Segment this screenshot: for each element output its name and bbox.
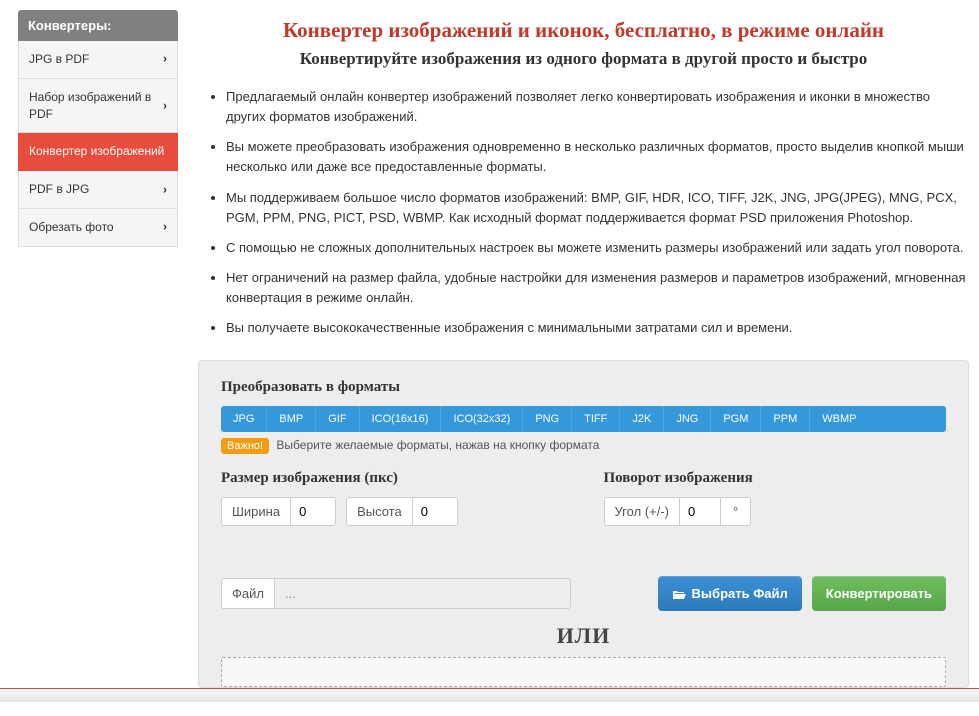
folder-open-icon <box>672 588 686 600</box>
file-display: Файл ... <box>221 578 571 609</box>
convert-button[interactable]: Конвертировать <box>812 576 946 611</box>
height-group: Высота <box>346 497 458 526</box>
width-group: Ширина <box>221 497 336 526</box>
page-subtitle: Конвертируйте изображения из одного форм… <box>198 49 969 69</box>
angle-input[interactable] <box>679 497 721 526</box>
format-pgm[interactable]: PGM <box>711 406 761 432</box>
sidebar-item-jpg-to-pdf[interactable]: JPG в PDF › <box>18 41 178 79</box>
sidebar-item-image-converter[interactable]: Конвертер изображений <box>18 133 178 171</box>
format-j2k[interactable]: J2K <box>620 406 664 432</box>
width-label: Ширина <box>221 497 290 526</box>
angle-unit: ° <box>721 497 751 526</box>
rotate-title: Поворот изображения <box>604 470 947 487</box>
description-item: Нет ограничений на размер файла, удобные… <box>226 268 969 308</box>
format-wbmp[interactable]: WBMP <box>810 406 868 432</box>
choose-file-label: Выбрать Файл <box>692 586 788 601</box>
height-label: Высота <box>346 497 412 526</box>
hint-text: Выберите желаемые форматы, нажав на кноп… <box>276 438 599 452</box>
size-title: Размер изображения (пкс) <box>221 470 564 487</box>
formats-title: Преобразовать в форматы <box>221 379 946 396</box>
format-png[interactable]: PNG <box>523 406 572 432</box>
format-jpg[interactable]: JPG <box>221 406 267 432</box>
sidebar-item-label: Конвертер изображений <box>29 144 164 158</box>
chevron-right-icon: › <box>163 97 167 114</box>
format-bmp[interactable]: BMP <box>267 406 316 432</box>
format-gif[interactable]: GIF <box>316 406 359 432</box>
sidebar-item-images-to-pdf[interactable]: Набор изображений в PDF › <box>18 79 178 134</box>
sidebar-item-label: Набор изображений в PDF <box>29 90 151 121</box>
sidebar-item-label: PDF в JPG <box>29 182 89 196</box>
sidebar-item-label: Обрезать фото <box>29 220 114 234</box>
format-ico16[interactable]: ICO(16x16) <box>360 406 442 432</box>
description-item: Вы получаете высококачественные изображе… <box>226 318 969 338</box>
file-name: ... <box>274 578 571 609</box>
choose-file-button[interactable]: Выбрать Файл <box>658 576 802 611</box>
sidebar: Конвертеры: JPG в PDF › Набор изображени… <box>18 10 178 688</box>
angle-group: Угол (+/-) ° <box>604 497 752 526</box>
size-column: Размер изображения (пкс) Ширина Высота <box>221 470 564 526</box>
taskbar-strip <box>0 688 979 702</box>
formats-bar: JPG BMP GIF ICO(16x16) ICO(32x32) PNG TI… <box>221 406 946 432</box>
chevron-right-icon: › <box>163 219 167 236</box>
width-input[interactable] <box>290 497 336 526</box>
sidebar-item-crop-photo[interactable]: Обрезать фото › <box>18 209 178 247</box>
formats-hint: Важно! Выберите желаемые форматы, нажав … <box>221 438 946 454</box>
height-input[interactable] <box>412 497 458 526</box>
file-label: Файл <box>221 578 274 609</box>
description-item: Предлагаемый онлайн конвертер изображени… <box>226 87 969 127</box>
chevron-right-icon: › <box>163 51 167 68</box>
main-content: Конвертер изображений и иконок, бесплатн… <box>198 10 969 688</box>
format-jng[interactable]: JNG <box>664 406 711 432</box>
chevron-right-icon: › <box>163 181 167 198</box>
description-list: Предлагаемый онлайн конвертер изображени… <box>226 87 969 338</box>
description-item: С помощью не сложных дополнительных наст… <box>226 238 969 258</box>
angle-label: Угол (+/-) <box>604 497 679 526</box>
rotate-column: Поворот изображения Угол (+/-) ° <box>604 470 947 526</box>
format-tiff[interactable]: TIFF <box>572 406 620 432</box>
description-item: Вы можете преобразовать изображения одно… <box>226 137 969 177</box>
sidebar-item-pdf-to-jpg[interactable]: PDF в JPG › <box>18 171 178 209</box>
description-item: Мы поддерживаем большое число форматов и… <box>226 188 969 228</box>
convert-label: Конвертировать <box>826 586 932 601</box>
sidebar-header: Конвертеры: <box>18 10 178 41</box>
format-ppm[interactable]: PPM <box>761 406 810 432</box>
page-title: Конвертер изображений и иконок, бесплатн… <box>198 18 969 43</box>
format-ico32[interactable]: ICO(32x32) <box>441 406 523 432</box>
or-separator: ИЛИ <box>221 623 946 649</box>
sidebar-item-label: JPG в PDF <box>29 52 89 66</box>
dropzone[interactable] <box>221 657 946 687</box>
conversion-panel: Преобразовать в форматы JPG BMP GIF ICO(… <box>198 360 969 688</box>
important-badge: Важно! <box>221 438 269 454</box>
